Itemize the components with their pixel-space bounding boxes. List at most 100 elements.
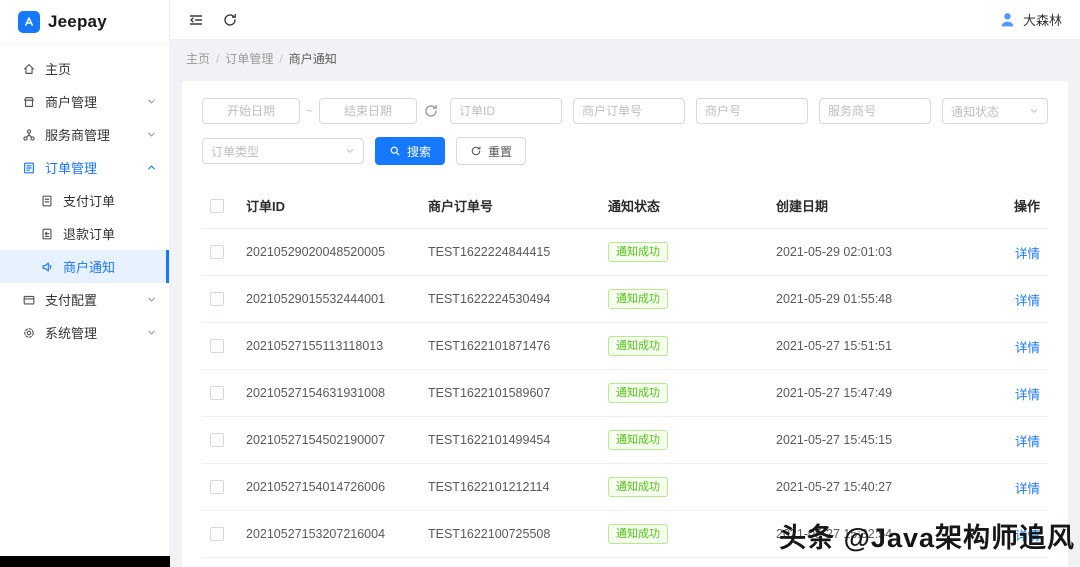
notify-state-cell: 通知成功 xyxy=(600,275,768,323)
notify-state-cell: 通知成功 xyxy=(600,369,768,417)
breadcrumb-section[interactable]: 订单管理 xyxy=(225,50,273,67)
refund-order-icon xyxy=(42,228,52,239)
mch-order-no-cell: TEST1622224844415 xyxy=(420,228,600,276)
sidebar-item-sys-mgmt[interactable]: 系统管理 xyxy=(0,316,169,349)
col-header-state: 通知状态 xyxy=(600,183,768,229)
notify-state-badge: 通知成功 xyxy=(608,430,668,450)
filter-row-1: ~ 通知状态 xyxy=(202,98,1048,124)
mch-order-no-input[interactable] xyxy=(573,98,686,124)
sidebar-item-refund-order[interactable]: 退款订单 xyxy=(0,217,169,250)
created-date-cell: 2021-05-27 15:47:49 xyxy=(768,369,1000,417)
created-date-cell: 2021-05-27 15:51:51 xyxy=(768,322,1000,370)
notify-state-select[interactable]: 通知状态 xyxy=(942,98,1048,124)
topbar: 大森林 xyxy=(170,0,1080,40)
date-range-separator: ~ xyxy=(306,104,314,118)
screen-edge-artifact xyxy=(0,556,170,567)
table-row: 20210527154631931008 TEST1622101589607 通知成… xyxy=(202,369,1048,417)
detail-link[interactable]: 详情 xyxy=(1015,294,1040,308)
detail-link[interactable]: 详情 xyxy=(1015,435,1040,449)
row-checkbox[interactable] xyxy=(210,386,224,401)
notify-state-badge: 通知成功 xyxy=(608,336,668,356)
refresh-icon[interactable] xyxy=(222,12,238,28)
sidebar-item-pay-config[interactable]: 支付配置 xyxy=(0,283,169,316)
sidebar-item-label: 商户管理 xyxy=(45,95,98,110)
detail-link[interactable]: 详情 xyxy=(1015,388,1040,402)
notify-state-cell: 通知成功 xyxy=(600,228,768,276)
select-placeholder: 订单类型 xyxy=(211,144,260,159)
sidebar-item-order-mgmt[interactable]: 订单管理 xyxy=(0,151,169,184)
order-mgmt-submenu: 支付订单 退款订单 商户通知 xyxy=(0,184,169,283)
sidebar: Jeepay 主页 商户管理 服务商管理 订单管理 支付订单 退款订单 商户通知… xyxy=(0,0,170,567)
detail-link[interactable]: 详情 xyxy=(1015,247,1040,261)
chevron-down-icon xyxy=(1030,109,1038,113)
chevron-down-icon xyxy=(148,330,155,335)
app-logo[interactable]: Jeepay xyxy=(0,0,169,44)
table-row: 20210527154014726006 TEST1622101212114 通知成… xyxy=(202,463,1048,511)
order-type-select[interactable]: 订单类型 xyxy=(202,138,364,164)
jeepay-logo-icon xyxy=(18,10,40,33)
sidebar-item-mch-notify[interactable]: 商户通知 xyxy=(0,250,169,283)
order-id-cell: 20210527155113118013 xyxy=(238,322,420,370)
notify-list-card: ~ 通知状态 订单类型 xyxy=(182,81,1068,567)
home-icon xyxy=(24,63,34,74)
date-start-input[interactable] xyxy=(202,98,300,124)
reset-button[interactable]: 重置 xyxy=(456,137,527,165)
sidebar-item-label: 支付配置 xyxy=(45,293,98,308)
cluster-icon xyxy=(23,128,35,141)
col-header-op: 操作 xyxy=(1000,183,1048,229)
sidebar-item-isv-mgmt[interactable]: 服务商管理 xyxy=(0,118,169,151)
row-checkbox[interactable] xyxy=(210,480,224,495)
sidebar-item-label: 系统管理 xyxy=(45,326,98,341)
breadcrumb-home[interactable]: 主页 xyxy=(186,50,210,67)
col-header-created: 创建日期 xyxy=(768,183,1000,229)
sidebar-item-merchant-mgmt[interactable]: 商户管理 xyxy=(0,85,169,118)
select-placeholder: 通知状态 xyxy=(951,104,1000,119)
gear-icon xyxy=(24,327,34,338)
user-menu[interactable]: 大森林 xyxy=(999,10,1062,29)
sidebar-item-label: 服务商管理 xyxy=(45,128,111,143)
notify-table: 订单ID 商户订单号 通知状态 创建日期 操作 2021052902004852… xyxy=(202,183,1048,567)
select-all-checkbox[interactable] xyxy=(210,199,224,214)
notify-state-cell: 通知成功 xyxy=(600,416,768,464)
main-area: 大森林 主页 / 订单管理 / 商户通知 ~ xyxy=(170,0,1080,567)
order-id-cell: 20210527152516714001 xyxy=(238,557,420,567)
detail-link[interactable]: 详情 xyxy=(1015,482,1040,496)
chevron-down-icon xyxy=(346,149,354,153)
created-date-cell: 2021-05-27 15:25:25 xyxy=(768,557,1000,567)
notify-state-badge: 通知成功 xyxy=(608,289,668,309)
search-button[interactable]: 搜索 xyxy=(375,137,446,165)
order-id-input[interactable] xyxy=(450,98,563,124)
date-end-input[interactable] xyxy=(319,98,418,124)
table-row: 20210529015532444001 TEST1622224530494 通知成… xyxy=(202,275,1048,323)
sidebar-item-home[interactable]: 主页 xyxy=(0,52,169,85)
row-checkbox[interactable] xyxy=(210,527,224,542)
credit-card-icon xyxy=(23,295,35,305)
isv-no-input[interactable] xyxy=(819,98,932,124)
table-body: 20210529020048520005 TEST1622224844415 通知成… xyxy=(202,228,1048,567)
row-checkbox[interactable] xyxy=(210,339,224,354)
mch-order-no-cell: TEST1622100268222 xyxy=(420,557,600,567)
table-row: 20210527155113118013 TEST1622101871476 通知成… xyxy=(202,322,1048,370)
chevron-down-icon xyxy=(148,132,155,137)
sidebar-item-label: 退款订单 xyxy=(63,227,116,242)
sidebar-menu: 主页 商户管理 服务商管理 订单管理 支付订单 退款订单 商户通知 支付配置 系… xyxy=(0,44,169,349)
sidebar-item-label: 支付订单 xyxy=(63,194,116,209)
mch-order-no-cell: TEST1622224530494 xyxy=(420,275,600,323)
row-checkbox[interactable] xyxy=(210,433,224,448)
order-id-cell: 20210529015532444001 xyxy=(238,275,420,323)
date-range-reset-icon[interactable] xyxy=(423,103,439,119)
chevron-down-icon xyxy=(148,297,155,302)
order-id-cell: 20210527154631931008 xyxy=(238,369,420,417)
row-checkbox[interactable] xyxy=(210,292,224,307)
sidebar-item-pay-order[interactable]: 支付订单 xyxy=(0,184,169,217)
order-id-cell: 20210527154014726006 xyxy=(238,463,420,511)
user-name: 大森林 xyxy=(1022,13,1062,28)
date-range-picker: ~ xyxy=(202,98,439,124)
menu-fold-icon[interactable] xyxy=(188,12,204,28)
sidebar-item-label: 商户通知 xyxy=(63,260,116,275)
detail-link[interactable]: 详情 xyxy=(1015,529,1040,543)
row-checkbox[interactable] xyxy=(210,245,224,260)
detail-link[interactable]: 详情 xyxy=(1015,341,1040,355)
created-date-cell: 2021-05-27 15:45:15 xyxy=(768,416,1000,464)
mch-no-input[interactable] xyxy=(696,98,809,124)
